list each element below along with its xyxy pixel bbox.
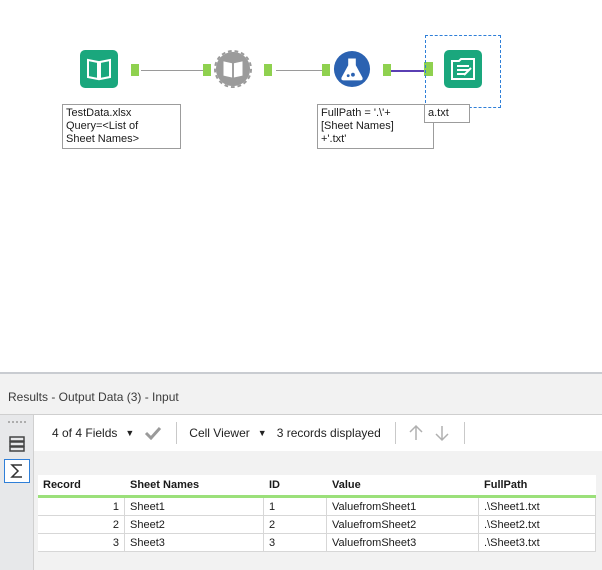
formula-annotation: FullPath = '.\'+ [Sheet Names] +'.txt' <box>317 104 434 149</box>
arrow-up-button[interactable] <box>408 424 424 442</box>
column-header-record[interactable]: Record <box>38 475 125 498</box>
sheet-names-cell[interactable]: Sheet2 <box>124 515 264 534</box>
results-title: Results - Output Data (3) - Input <box>8 390 179 404</box>
record-cell[interactable]: 3 <box>38 533 125 552</box>
cell-viewer-label: Cell Viewer <box>189 426 250 440</box>
records-count: 3 records displayed <box>277 426 381 440</box>
fields-dropdown[interactable]: 4 of 4 Fields ▼ <box>52 426 134 440</box>
summary-view-button[interactable] <box>4 459 30 483</box>
chevron-down-icon: ▼ <box>125 428 135 438</box>
connection-wire[interactable] <box>141 70 205 71</box>
gear-book-icon <box>214 50 252 88</box>
input-data-tool[interactable] <box>80 50 118 88</box>
column-header-value[interactable]: Value <box>326 475 479 498</box>
fullpath-cell[interactable]: .\Sheet3.txt <box>478 533 596 552</box>
sheet-names-cell[interactable]: Sheet1 <box>124 496 264 516</box>
input-anchor[interactable] <box>203 64 211 76</box>
flask-icon <box>333 50 371 88</box>
output-anchor[interactable] <box>383 64 391 76</box>
output-annotation: a.txt <box>424 104 470 123</box>
chevron-down-icon: ▼ <box>257 428 267 438</box>
arrow-down-button[interactable] <box>434 424 450 442</box>
id-cell[interactable]: 2 <box>263 515 327 534</box>
value-cell[interactable]: ValuefromSheet2 <box>326 515 479 534</box>
column-header-fullpath[interactable]: FullPath <box>478 475 596 498</box>
cell-viewer-dropdown[interactable]: Cell Viewer ▼ <box>189 426 266 440</box>
fullpath-cell[interactable]: .\Sheet1.txt <box>478 496 596 516</box>
selection-box <box>425 35 501 108</box>
sigma-icon <box>10 464 22 478</box>
id-cell[interactable]: 1 <box>263 496 327 516</box>
checkmark-icon <box>145 426 162 440</box>
grip-icon <box>8 421 26 423</box>
output-anchor[interactable] <box>264 64 272 76</box>
sheet-names-cell[interactable]: Sheet3 <box>124 533 264 552</box>
dynamic-input-tool[interactable] <box>214 50 252 88</box>
connection-wire[interactable] <box>276 70 324 71</box>
fields-label: 4 of 4 Fields <box>52 426 118 440</box>
apply-button[interactable] <box>144 426 162 440</box>
column-header-id[interactable]: ID <box>263 475 327 498</box>
divider <box>394 422 396 444</box>
value-cell[interactable]: ValuefromSheet3 <box>326 533 479 552</box>
records-label: 3 records displayed <box>276 426 381 440</box>
input-anchor[interactable] <box>322 64 330 76</box>
input-annotation: TestData.xlsx Query=<List of Sheet Names… <box>62 104 181 149</box>
record-cell[interactable]: 2 <box>38 515 125 534</box>
table-view-icon[interactable] <box>8 435 26 453</box>
table-row[interactable]: 1 Sheet1 1 ValuefromSheet1 .\Sheet1.txt <box>38 496 596 516</box>
output-anchor[interactable] <box>131 64 139 76</box>
results-sidebar <box>0 415 34 570</box>
fullpath-cell[interactable]: .\Sheet2.txt <box>478 515 596 534</box>
column-header-sheet-names[interactable]: Sheet Names <box>124 475 264 498</box>
id-cell[interactable]: 3 <box>263 533 327 552</box>
value-cell[interactable]: ValuefromSheet1 <box>326 496 479 516</box>
connection-wire[interactable] <box>387 70 427 72</box>
table-row[interactable]: 2 Sheet2 2 ValuefromSheet2 .\Sheet2.txt <box>38 515 596 534</box>
arrow-up-icon <box>409 424 423 440</box>
book-icon <box>87 58 111 81</box>
table-header-row: Record Sheet Names ID Value FullPath <box>38 475 596 498</box>
record-cell[interactable]: 1 <box>38 496 125 516</box>
divider <box>176 422 178 444</box>
arrow-down-icon <box>435 426 449 442</box>
divider <box>463 422 465 444</box>
table-row[interactable]: 3 Sheet3 3 ValuefromSheet3 .\Sheet3.txt <box>38 533 596 552</box>
results-table: Record Sheet Names ID Value FullPath 1 S… <box>38 475 596 552</box>
results-toolbar: 4 of 4 Fields ▼ Cell Viewer ▼ 3 records … <box>34 415 602 451</box>
workflow-canvas[interactable]: TestData.xlsx Query=<List of Sheet Names… <box>0 0 602 372</box>
formula-tool[interactable] <box>333 50 371 88</box>
